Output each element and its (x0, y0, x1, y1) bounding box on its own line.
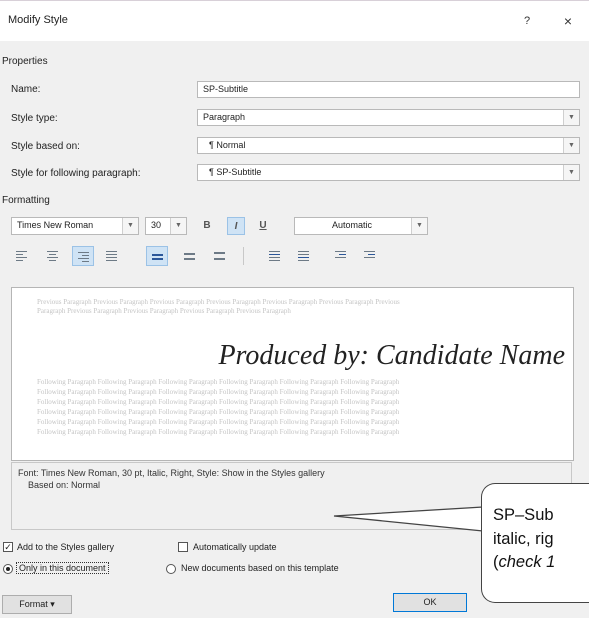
following-paragraph-label: Style for following paragraph: (11, 168, 141, 179)
font-dropdown[interactable]: Times New Roman ▼ (11, 217, 139, 235)
only-this-document-radio[interactable] (3, 564, 13, 574)
properties-group-label: Properties (2, 56, 48, 67)
auto-update-checkbox[interactable] (178, 542, 188, 552)
increase-indent-button[interactable] (359, 246, 381, 266)
align-left-button[interactable] (11, 246, 33, 266)
callout-line-2: italic, rig (493, 530, 554, 548)
callout-line-1: SP–Sub (493, 506, 554, 524)
following-paragraph-line: Following Paragraph Following Paragraph … (37, 378, 400, 386)
space-after-icon (298, 251, 309, 263)
style-type-dropdown[interactable]: Paragraph ▼ (197, 109, 580, 126)
space-before-icon (269, 251, 280, 263)
following-paragraph-line: Following Paragraph Following Paragraph … (37, 428, 400, 436)
align-right-icon (78, 252, 89, 264)
font-value: Times New Roman (17, 220, 94, 230)
ok-button[interactable]: OK (393, 593, 467, 612)
double-spacing-button[interactable] (209, 246, 231, 266)
increase-indent-icon (364, 251, 375, 260)
align-center-icon (47, 251, 58, 263)
based-on-label: Style based on: (11, 141, 80, 152)
single-spacing-button[interactable] (146, 246, 168, 266)
callout-pointer (333, 506, 484, 532)
decrease-indent-icon (335, 251, 346, 260)
following-paragraph-line: Following Paragraph Following Paragraph … (37, 398, 400, 406)
space-after-button[interactable] (293, 246, 315, 266)
underline-button[interactable]: U (254, 217, 272, 235)
chevron-down-icon[interactable]: ▼ (563, 110, 579, 125)
justify-button[interactable] (101, 246, 123, 266)
add-to-gallery-label: Add to the Styles gallery (17, 542, 115, 552)
previous-paragraph-line: Paragraph Previous Paragraph Previous Pa… (37, 307, 291, 315)
single-spacing-icon (152, 254, 163, 262)
following-paragraph-line: Following Paragraph Following Paragraph … (37, 408, 400, 416)
chevron-down-icon[interactable]: ▼ (411, 218, 427, 234)
style-type-label: Style type: (11, 113, 58, 124)
align-right-button[interactable] (72, 246, 94, 266)
callout-box: SP–Sub italic, rig (check 1 (481, 483, 589, 603)
double-spacing-icon (214, 252, 225, 262)
space-before-button[interactable] (264, 246, 286, 266)
style-type-value: Paragraph (203, 112, 246, 122)
following-paragraph-line: Following Paragraph Following Paragraph … (37, 418, 400, 426)
align-left-icon (16, 251, 27, 263)
name-input[interactable]: SP-Subtitle (197, 81, 580, 98)
format-button[interactable]: Format ▾ (2, 595, 72, 614)
based-on-dropdown[interactable]: ¶ Normal ▼ (197, 137, 580, 154)
callout-line-3: (check 1 (493, 551, 555, 573)
formatting-group-label: Formatting (2, 195, 50, 206)
font-size-dropdown[interactable]: 30 ▼ (145, 217, 187, 235)
based-on-value: ¶ Normal (209, 140, 246, 150)
following-paragraph-dropdown[interactable]: ¶ SP-Subtitle ▼ (197, 164, 580, 181)
bold-button[interactable]: B (198, 217, 216, 235)
modify-style-dialog: Modify Style ? × Properties Name: SP-Sub… (0, 0, 589, 618)
new-documents-label: New documents based on this template (181, 563, 339, 573)
italic-button[interactable]: I (227, 217, 245, 235)
font-color-dropdown[interactable]: Automatic ▼ (294, 217, 428, 235)
one-half-spacing-button[interactable] (179, 246, 201, 266)
preview-sample-text: Produced by: Candidate Name (218, 340, 565, 371)
add-to-gallery-checkbox[interactable]: ✓ (3, 542, 13, 552)
chevron-down-icon[interactable]: ▼ (170, 218, 186, 234)
new-documents-radio[interactable] (166, 564, 176, 574)
chevron-down-icon[interactable]: ▼ (563, 138, 579, 153)
title-bar: Modify Style ? × (0, 1, 589, 41)
one-half-spacing-icon (184, 253, 195, 262)
chevron-down-icon[interactable]: ▼ (122, 218, 138, 234)
close-icon[interactable]: × (553, 9, 583, 33)
align-center-button[interactable] (42, 246, 64, 266)
toolbar-separator (243, 247, 244, 265)
help-button[interactable]: ? (512, 9, 542, 33)
description-line-1: Font: Times New Roman, 30 pt, Italic, Ri… (18, 468, 325, 478)
dialog-title: Modify Style (8, 14, 68, 26)
auto-update-label: Automatically update (193, 542, 277, 552)
font-color-value: Automatic (331, 220, 373, 230)
name-label: Name: (11, 84, 41, 95)
decrease-indent-button[interactable] (330, 246, 352, 266)
style-preview-pane: Previous Paragraph Previous Paragraph Pr… (11, 287, 574, 461)
only-this-document-label[interactable]: Only in this document (16, 562, 109, 574)
chevron-down-icon[interactable]: ▼ (563, 165, 579, 180)
font-size-value: 30 (151, 220, 162, 230)
justify-icon (106, 251, 117, 263)
callout-emphasis: check 1 (498, 553, 556, 571)
following-paragraph-line: Following Paragraph Following Paragraph … (37, 388, 400, 396)
following-paragraph-value: ¶ SP-Subtitle (209, 167, 262, 177)
previous-paragraph-line: Previous Paragraph Previous Paragraph Pr… (37, 298, 400, 306)
